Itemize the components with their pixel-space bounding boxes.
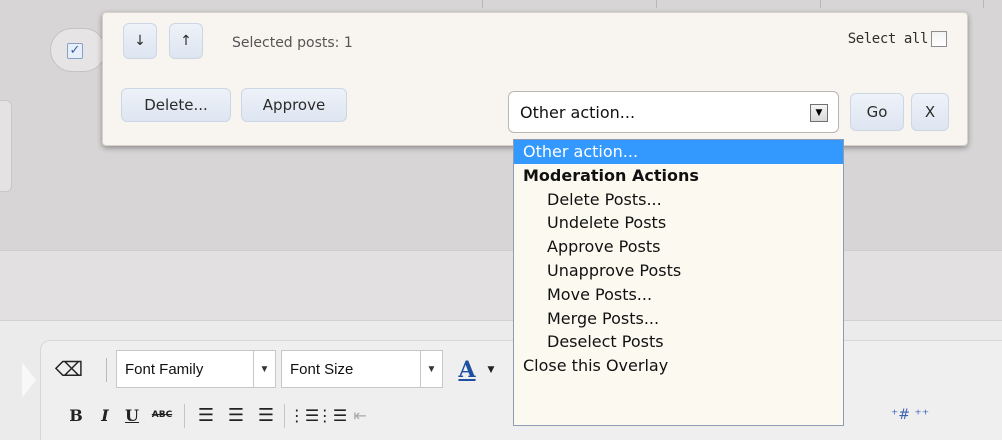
strikethrough-glyph: ABC <box>151 410 173 420</box>
column-divider <box>820 0 821 8</box>
other-action-value: Other action... <box>520 102 636 122</box>
underline-glyph: U <box>125 405 139 425</box>
toolbar-separator <box>106 358 107 382</box>
go-button-label: Go <box>866 103 888 121</box>
post-select-checkbox[interactable]: ✓ <box>67 43 83 59</box>
inline-moderation-overlay: ↓ ↑ Selected posts: 1 Select all Delete.… <box>102 12 968 146</box>
editor-collapse-arrow[interactable] <box>22 362 36 398</box>
bold-icon[interactable]: B <box>66 402 86 428</box>
close-icon: X <box>924 103 936 121</box>
select-all-control[interactable]: Select all <box>848 31 947 47</box>
post-card-edge <box>0 100 12 192</box>
strikethrough-icon[interactable]: ABC <box>148 404 176 426</box>
move-up-button[interactable]: ↑ <box>169 23 203 59</box>
close-overlay-button[interactable]: X <box>911 93 949 131</box>
font-color-glyph: A <box>458 357 476 383</box>
font-family-label: Font Family <box>125 360 204 378</box>
font-size-label: Font Size <box>290 360 354 378</box>
bold-glyph: B <box>69 405 83 425</box>
column-divider <box>656 0 657 8</box>
dropdown-option[interactable]: Approve Posts <box>514 235 843 259</box>
bullet-list-icon[interactable]: ⋮☰ <box>289 402 319 428</box>
move-down-button[interactable]: ↓ <box>123 23 157 59</box>
font-size-select[interactable]: Font Size ▼ <box>281 350 443 388</box>
underline-icon[interactable]: U <box>122 402 142 428</box>
other-action-select[interactable]: Other action... ▼ <box>508 91 839 133</box>
dropdown-option[interactable]: Merge Posts... <box>514 307 843 331</box>
italic-glyph: I <box>101 405 109 425</box>
dropdown-option[interactable]: Unapprove Posts <box>514 259 843 283</box>
chevron-down-icon[interactable]: ▼ <box>810 104 828 122</box>
dropdown-option[interactable]: Move Posts... <box>514 283 843 307</box>
eraser-icon[interactable]: ⌫ <box>55 355 83 383</box>
other-action-dropdown-list: Other action... Moderation Actions Delete … <box>513 139 844 426</box>
dropdown-option[interactable]: Delete Posts... <box>514 188 843 212</box>
column-divider <box>983 0 984 8</box>
select-all-checkbox[interactable] <box>931 31 947 47</box>
more-tools-icon[interactable]: ⁺# ⁺⁺ <box>880 402 940 428</box>
dropdown-option[interactable]: Undelete Posts <box>514 211 843 235</box>
arrow-down-icon: ↓ <box>134 33 146 49</box>
dropdown-option[interactable]: Other action... <box>514 140 843 164</box>
dropdown-option[interactable]: Close this Overlay <box>514 354 843 378</box>
font-family-select[interactable]: Font Family ▼ <box>116 350 276 388</box>
arrow-up-icon: ↑ <box>180 33 192 49</box>
outdent-icon[interactable]: ⇤ <box>348 402 372 428</box>
dropdown-option-group: Moderation Actions <box>523 165 699 185</box>
dropdown-option[interactable]: Deselect Posts <box>514 330 843 354</box>
align-center-icon[interactable]: ☰ <box>224 402 248 428</box>
approve-button-label: Approve <box>262 96 326 114</box>
italic-icon[interactable]: I <box>95 402 115 428</box>
approve-button[interactable]: Approve <box>241 88 347 122</box>
align-right-icon[interactable]: ☰ <box>254 402 278 428</box>
delete-button[interactable]: Delete... <box>121 88 231 122</box>
go-button[interactable]: Go <box>850 93 904 131</box>
chevron-down-icon: ▼ <box>253 351 275 387</box>
selected-posts-count: Selected posts: 1 <box>232 35 353 51</box>
toolbar-separator <box>184 404 185 428</box>
column-divider <box>482 0 483 8</box>
page-section-divider <box>0 250 1002 320</box>
toolbar-separator <box>284 404 285 428</box>
select-all-label: Select all <box>847 31 929 47</box>
font-color-icon[interactable]: A <box>452 355 482 385</box>
numbered-list-icon[interactable]: ⋮☰ <box>317 402 347 428</box>
chevron-down-icon[interactable]: ▼ <box>484 360 498 380</box>
chevron-down-icon: ▼ <box>420 351 442 387</box>
delete-button-label: Delete... <box>144 96 208 114</box>
align-left-icon[interactable]: ☰ <box>194 402 218 428</box>
